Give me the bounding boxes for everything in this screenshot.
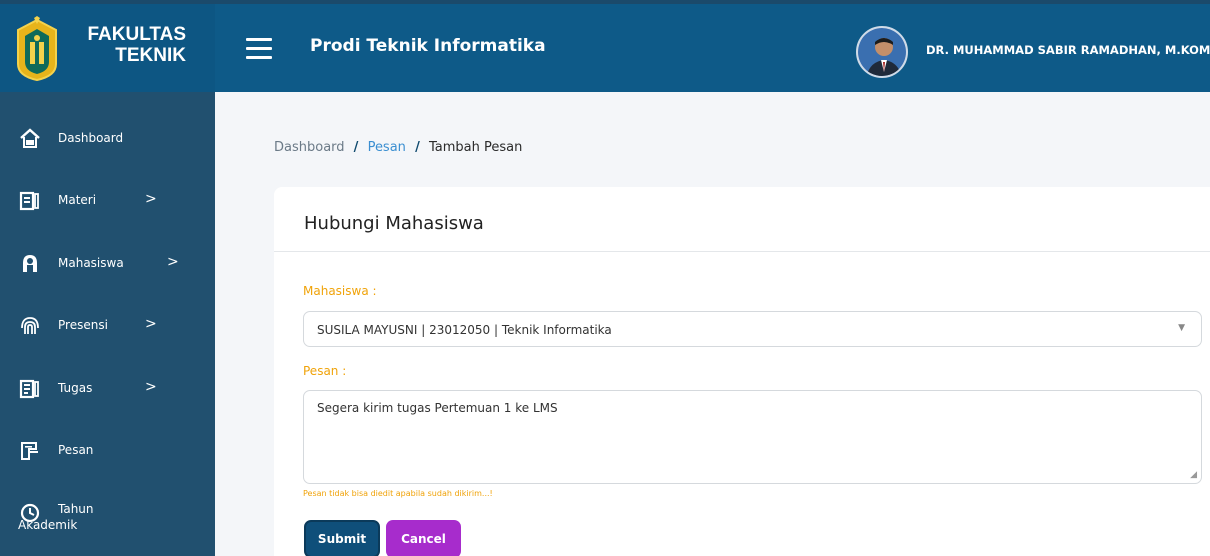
cancel-button[interactable]: Cancel	[386, 520, 461, 556]
resize-handle-icon[interactable]: ◢	[1190, 470, 1197, 480]
sidebar-item-label-2: Akademik	[18, 518, 78, 532]
sidebar-item-label: Materi	[58, 193, 97, 207]
user-photo-icon	[858, 28, 906, 76]
assignment-icon	[19, 379, 39, 399]
sidebar-item-label: Tahun	[58, 502, 94, 516]
form-card: Hubungi Mahasiswa Mahasiswa : SUSILA MAY…	[274, 187, 1210, 556]
sidebar-item-tahun-akademik[interactable]: Tahun Akademik	[0, 496, 215, 546]
breadcrumb-separator: /	[415, 140, 420, 155]
message-icon	[21, 442, 38, 460]
breadcrumb-current: Tambah Pesan	[428, 140, 523, 155]
home-icon	[20, 128, 40, 148]
sidebar-item-label: Mahasiswa	[58, 256, 124, 270]
sidebar-item-label: Pesan	[58, 443, 94, 457]
breadcrumb-pesan[interactable]: Pesan	[368, 140, 406, 155]
chevron-right-icon: >	[145, 316, 157, 332]
fingerprint-icon	[21, 317, 39, 334]
chevron-right-icon: >	[145, 379, 157, 395]
hint-text: Pesan tidak bisa diedit apabila sudah di…	[303, 489, 493, 498]
top-header: FAKULTAS TEKNIK Prodi Teknik Informatika…	[0, 0, 1210, 92]
sidebar-item-tugas[interactable]: Tugas >	[0, 372, 215, 412]
sidebar-item-label: Tugas	[58, 381, 93, 395]
breadcrumb-dashboard[interactable]: Dashboard	[274, 140, 345, 155]
user-name[interactable]: DR. MUHAMMAD SABIR RAMADHAN, M.KOM	[926, 43, 1210, 57]
sidebar-item-presensi[interactable]: Presensi >	[0, 309, 215, 349]
chevron-right-icon: >	[145, 191, 157, 207]
divider	[274, 251, 1210, 252]
book-icon	[19, 191, 39, 211]
mahasiswa-label: Mahasiswa :	[303, 284, 377, 298]
mahasiswa-selected-value: SUSILA MAYUSNI | 23012050 | Teknik Infor…	[317, 323, 612, 337]
sidebar-item-label: Presensi	[58, 318, 108, 332]
faculty-logo-icon	[17, 16, 57, 82]
pesan-label: Pesan :	[303, 364, 347, 378]
logo-area: FAKULTAS TEKNIK	[0, 4, 215, 92]
menu-toggle-icon[interactable]	[246, 38, 272, 60]
sidebar-item-materi[interactable]: Materi >	[0, 184, 215, 224]
breadcrumb: Dashboard / Pesan / Tambah Pesan	[274, 140, 522, 155]
caret-down-icon: ▼	[1178, 323, 1185, 333]
card-title: Hubungi Mahasiswa	[304, 213, 484, 234]
mahasiswa-select[interactable]: SUSILA MAYUSNI | 23012050 | Teknik Infor…	[303, 311, 1202, 347]
pesan-text: Segera kirim tugas Pertemuan 1 ke LMS	[317, 401, 558, 415]
page-title: Prodi Teknik Informatika	[310, 36, 546, 56]
avatar[interactable]	[856, 26, 908, 78]
sidebar-item-pesan[interactable]: Pesan	[0, 434, 215, 474]
pesan-textarea[interactable]: Segera kirim tugas Pertemuan 1 ke LMS ◢	[303, 390, 1202, 484]
brand-name: FAKULTAS TEKNIK	[87, 24, 186, 66]
chevron-right-icon: >	[167, 254, 179, 270]
sidebar: Dashboard Materi > Mahasiswa > Presensi …	[0, 92, 215, 556]
submit-button[interactable]: Submit	[304, 520, 380, 556]
user-icon	[23, 255, 37, 272]
sidebar-item-dashboard[interactable]: Dashboard	[0, 122, 215, 162]
sidebar-item-label: Dashboard	[58, 131, 124, 145]
sidebar-item-mahasiswa[interactable]: Mahasiswa >	[0, 247, 215, 287]
breadcrumb-separator: /	[353, 140, 359, 155]
